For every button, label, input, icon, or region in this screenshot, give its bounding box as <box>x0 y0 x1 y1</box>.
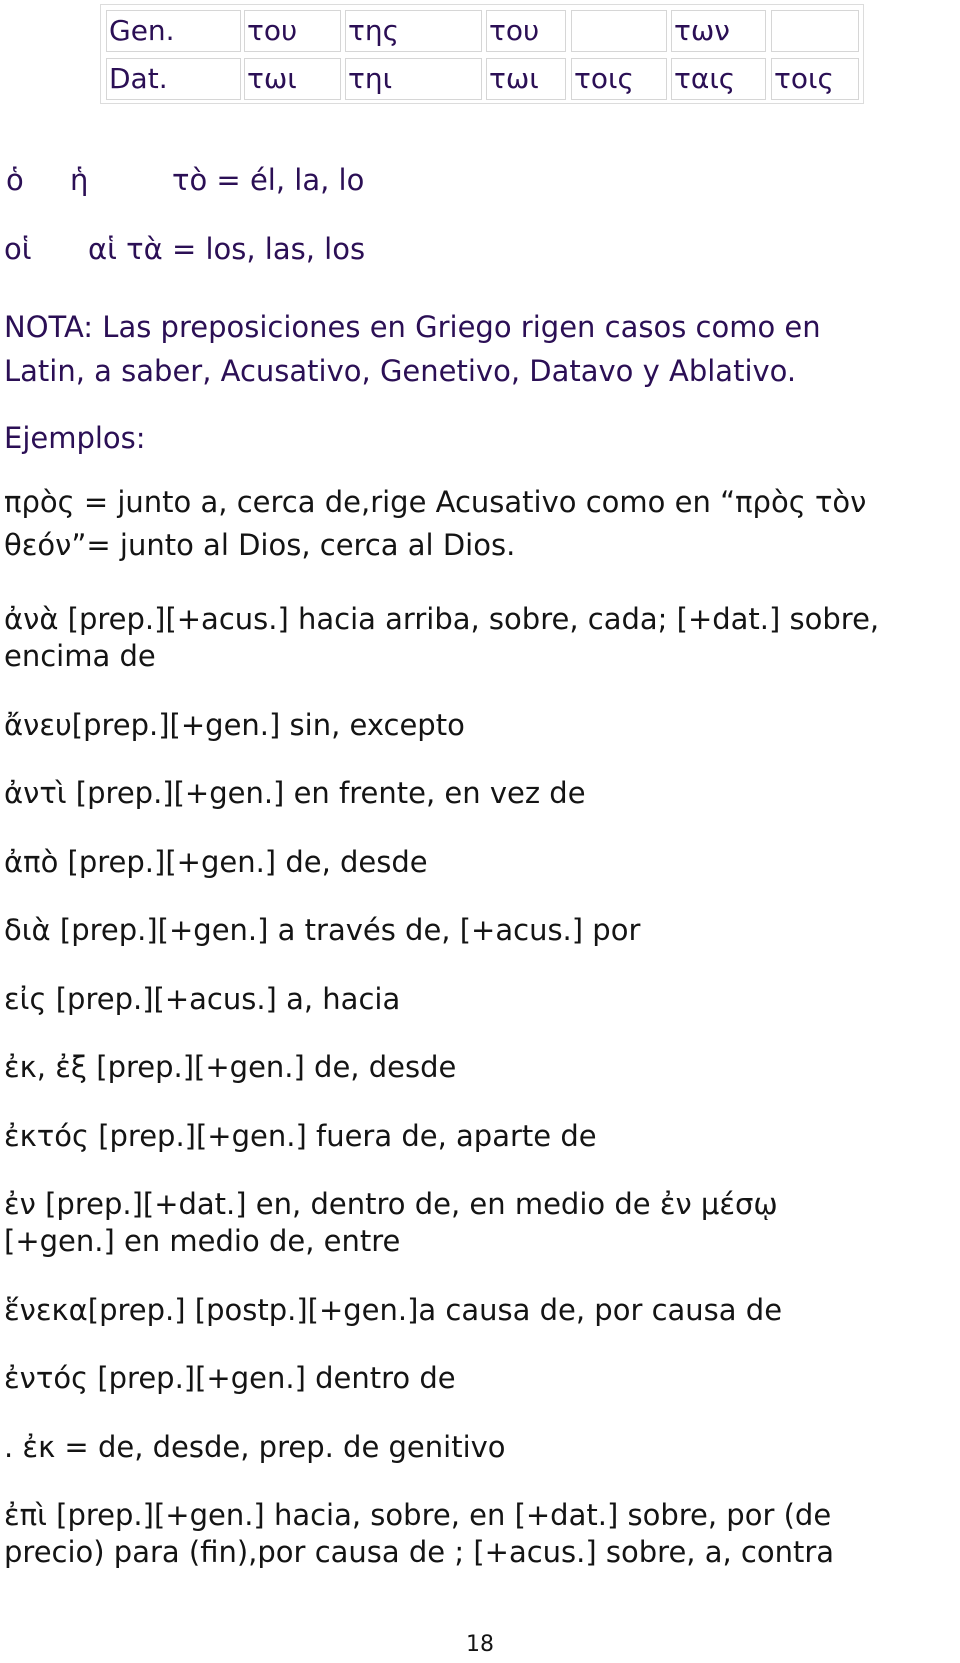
table-cell-case-label: Dat. <box>106 58 241 100</box>
preposition-anti: ἀντὶ [prep.][+gen.] en frente, en vez de <box>4 776 586 810</box>
preposition-epi-line-1: ἐπὶ [prep.][+gen.] hacia, sobre, en [+da… <box>4 1498 832 1532</box>
table-cell-case-label: Gen. <box>106 10 241 52</box>
example-line-2: θεόν”= junto al Dios, cerca al Dios. <box>4 528 516 562</box>
preposition-ana-line-1: ἀνὰ [prep.][+acus.] hacia arriba, sobre,… <box>4 602 880 636</box>
preposition-epi-line-2: precio) para (fin),por causa de ; [+acus… <box>4 1535 835 1569</box>
table-cell: της <box>345 10 482 52</box>
table-cell <box>771 10 859 52</box>
table-cell: τοις <box>571 58 667 100</box>
table-cell: τοις <box>771 58 859 100</box>
preposition-aneu: ἄνευ[prep.][+gen.] sin, excepto <box>4 708 465 742</box>
example-line-1: πρὸς = junto a, cerca de,rige Acusativo … <box>4 485 867 519</box>
preposition-dia: διὰ [prep.][+gen.] a través de, [+acus.]… <box>4 913 641 947</box>
article-plural-fem-neut: αἱ τὰ = los, las, los <box>88 232 366 266</box>
note-line-1: NOTA: Las preposiciones en Griego rigen … <box>4 310 821 344</box>
preposition-ek-note: . ἐκ = de, desde, prep. de genitivo <box>4 1430 506 1464</box>
table-cell: του <box>486 10 566 52</box>
table-cell: των <box>671 10 766 52</box>
table-cell <box>571 10 667 52</box>
table-cell: τωι <box>486 58 566 100</box>
declension-table: Gen. του της του των Dat. τωι τηι τωι το… <box>100 4 864 104</box>
table-cell: τωι <box>244 58 341 100</box>
article-singular-masc: ὁ <box>6 163 24 197</box>
table-cell: ταις <box>671 58 766 100</box>
preposition-heneka: ἕνεκα[prep.] [postp.][+gen.]a causa de, … <box>4 1293 783 1327</box>
table-cell: του <box>244 10 341 52</box>
table-cell: τηι <box>345 58 482 100</box>
article-singular-fem: ἡ <box>70 163 89 197</box>
examples-heading: Ejemplos: <box>4 421 146 455</box>
preposition-eis: εἰς [prep.][+acus.] a, hacia <box>4 982 401 1016</box>
article-singular-neut: τὸ = él, la, lo <box>172 163 365 197</box>
preposition-ektos: ἐκτός [prep.][+gen.] fuera de, aparte de <box>4 1119 597 1153</box>
preposition-apo: ἀπὸ [prep.][+gen.] de, desde <box>4 845 428 879</box>
note-line-2: Latin, a saber, Acusativo, Genetivo, Dat… <box>4 354 797 388</box>
preposition-entos: ἐντός [prep.][+gen.] dentro de <box>4 1361 456 1395</box>
preposition-en-line-2: [+gen.] en medio de, entre <box>4 1224 401 1258</box>
preposition-en-line-1: ἐν [prep.][+dat.] en, dentro de, en medi… <box>4 1187 778 1221</box>
article-plural-masc: οἱ <box>4 232 32 266</box>
page-number: 18 <box>466 1632 494 1657</box>
preposition-ana-line-2: encima de <box>4 639 156 673</box>
preposition-ek-ex: ἐκ, ἐξ [prep.][+gen.] de, desde <box>4 1050 457 1084</box>
